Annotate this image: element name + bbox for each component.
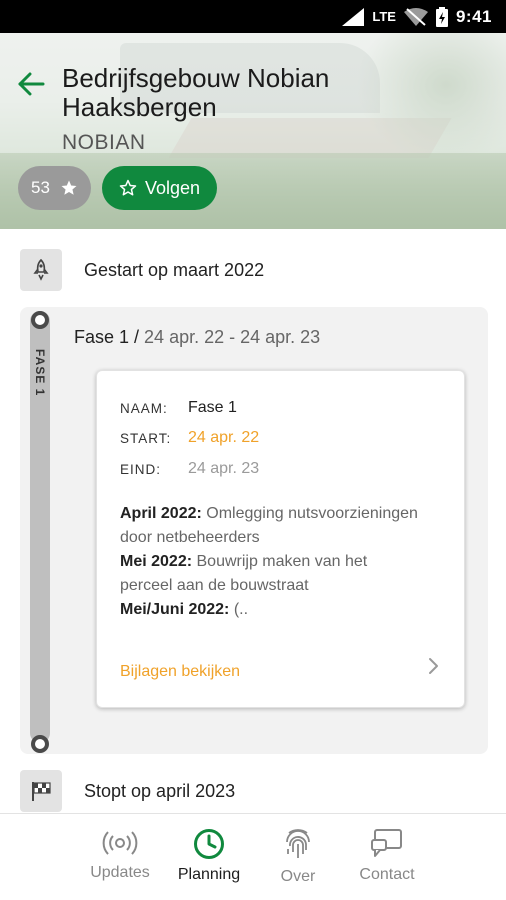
signal-icon <box>342 7 365 26</box>
end-row: EIND: 24 apr. 23 <box>120 460 259 478</box>
battery-icon <box>435 6 448 27</box>
phase-title: Fase 1 / <box>74 327 140 347</box>
rating-chip[interactable]: 53 <box>18 166 91 210</box>
clock-icon <box>194 829 224 859</box>
nav-label-updates: Updates <box>90 864 150 881</box>
phase-detail-card[interactable]: NAAM: Fase 1 START: 24 apr. 22 EIND: 24 … <box>96 370 465 708</box>
star-filled-icon <box>61 180 77 195</box>
start-value: 24 apr. 22 <box>188 429 260 446</box>
start-row: START: 24 apr. 22 <box>120 429 259 447</box>
name-value: Fase 1 <box>188 399 237 416</box>
status-bar: LTE 9:41 <box>0 0 506 33</box>
name-key: NAAM: <box>120 401 168 416</box>
name-row: NAAM: Fase 1 <box>120 399 237 417</box>
phase-description: April 2022: Omlegging nutsvoorzieningen … <box>120 502 420 622</box>
project-title: Bedrijfsgebouw Nobian Haaksbergen <box>62 63 330 122</box>
start-key: START: <box>120 431 172 446</box>
nav-updates[interactable]: Updates <box>75 828 165 882</box>
arrow-back-icon <box>18 72 45 96</box>
rating-count: 53 <box>31 178 50 197</box>
broadcast-icon <box>102 831 138 855</box>
desc-bold-3: Mei/Juni 2022: <box>120 601 230 618</box>
phase-heading: Fase 1 / 24 apr. 22 - 24 apr. 23 <box>74 327 320 348</box>
nav-over[interactable]: Over <box>253 828 343 886</box>
end-value: 24 apr. 23 <box>188 460 260 477</box>
milestone-end: Stopt op april 2023 <box>20 770 235 812</box>
start-text: Gestart op maart 2022 <box>84 259 265 280</box>
desc-text-3: (.. <box>229 601 249 618</box>
wifi-off-icon <box>403 7 428 26</box>
network-type: LTE <box>372 9 396 24</box>
nav-planning[interactable]: Planning <box>164 828 254 884</box>
company-name: NOBIAN <box>62 131 146 154</box>
desc-bold-2: Mei 2022: <box>120 553 193 570</box>
milestone-start: Gestart op maart 2022 <box>20 249 264 291</box>
rocket-icon <box>20 249 62 291</box>
chat-screen-icon <box>371 829 402 857</box>
nav-label-contact: Contact <box>359 866 415 883</box>
end-text: Stopt op april 2023 <box>84 780 236 801</box>
timeline-start-dot <box>31 311 49 329</box>
star-outline-icon <box>119 179 137 196</box>
project-header: Bedrijfsgebouw Nobian Haaksbergen NOBIAN… <box>0 33 506 229</box>
follow-button[interactable]: Volgen <box>102 166 217 210</box>
nav-contact[interactable]: Contact <box>342 828 432 884</box>
nav-label-over: Over <box>280 868 316 885</box>
end-key: EIND: <box>120 462 162 477</box>
planning-content[interactable]: Gestart op maart 2022 FASE 1 Fase 1 / 24… <box>0 229 506 813</box>
fingerprint-icon <box>286 829 310 858</box>
phase-vertical-label: FASE 1 <box>33 349 47 397</box>
nav-label-planning: Planning <box>177 866 241 883</box>
phase-card: FASE 1 Fase 1 / 24 apr. 22 - 24 apr. 23 … <box>20 307 488 754</box>
phase-range: 24 apr. 22 - 24 apr. 23 <box>144 327 321 347</box>
checkered-flag-icon <box>20 770 62 812</box>
desc-bold-1: April 2022: <box>120 505 202 522</box>
bottom-navigation: Updates Planning Over Contact <box>0 813 506 900</box>
attachments-link[interactable]: Bijlagen bekijken <box>120 663 240 681</box>
timeline-track: FASE 1 <box>30 311 50 753</box>
follow-label: Volgen <box>144 177 201 198</box>
clock-time: 9:41 <box>455 6 492 26</box>
timeline-end-dot <box>31 735 49 753</box>
chevron-right-icon[interactable] <box>423 656 443 676</box>
back-button[interactable] <box>14 67 48 101</box>
